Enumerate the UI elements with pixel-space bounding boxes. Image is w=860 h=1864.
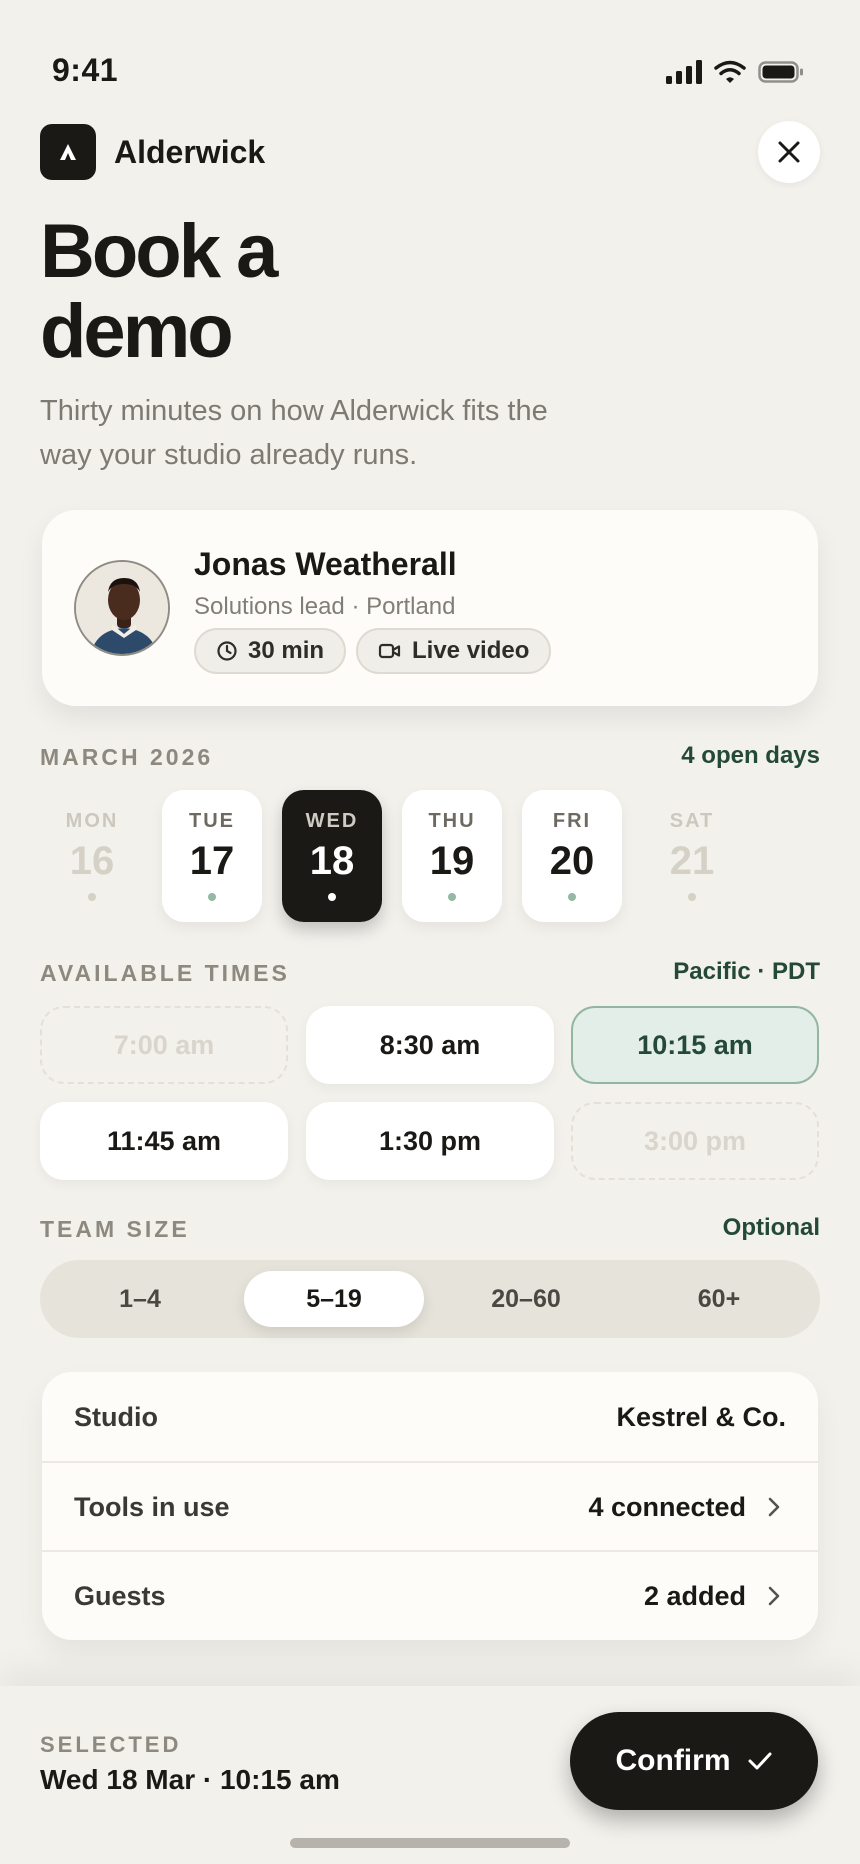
day-thu-19[interactable]: THU 19 (402, 790, 502, 922)
timezone-label: Pacific · PDT (673, 958, 820, 985)
availability-dot (208, 893, 216, 901)
availability-dot (328, 893, 336, 901)
chevron-right-icon (762, 1495, 786, 1519)
day-number: 16 (69, 839, 115, 883)
selected-label: SELECTED (40, 1732, 182, 1757)
brand-logo (40, 124, 96, 180)
logo-mark-icon (60, 144, 76, 160)
day-weekday: THU (428, 810, 476, 832)
time-slot-1015am[interactable]: 10:15 am (571, 1006, 819, 1084)
status-time: 9:41 (52, 52, 119, 88)
format-chip: Live video (356, 628, 552, 674)
team-size-option-20-60[interactable]: 20–60 (436, 1271, 616, 1327)
day-weekday: FRI (552, 810, 592, 832)
row-value: 4 connected (588, 1491, 746, 1522)
details-list: Studio Kestrel & Co. Tools in use 4 conn… (42, 1372, 818, 1640)
wifi-icon (714, 60, 746, 83)
checkmark-icon (748, 1752, 771, 1770)
availability-dot (568, 893, 576, 901)
month-label: MARCH 2026 (40, 744, 214, 770)
team-size-label: TEAM SIZE (40, 1216, 190, 1242)
day-weekday: MON (65, 810, 119, 832)
guests-row[interactable]: Guests 2 added (42, 1550, 818, 1640)
day-number: 17 (189, 839, 235, 883)
availability-dot (88, 893, 96, 901)
confirm-button[interactable]: Confirm (570, 1712, 818, 1810)
row-label: Studio (74, 1401, 158, 1432)
home-indicator[interactable] (290, 1838, 570, 1848)
time-slot-1145am[interactable]: 11:45 am (40, 1102, 288, 1180)
cellular-signal-icon (666, 60, 702, 84)
close-icon (778, 141, 800, 163)
day-number: 20 (549, 839, 595, 883)
day-fri-20[interactable]: FRI 20 (522, 790, 622, 922)
day-tue-17[interactable]: TUE 17 (162, 790, 262, 922)
day-wed-18[interactable]: WED 18 (282, 790, 382, 922)
tools-row[interactable]: Tools in use 4 connected (42, 1461, 818, 1551)
availability-dot (448, 893, 456, 901)
time-slot-700am: 7:00 am (40, 1006, 288, 1084)
page-subtitle: Thirty minutes on how Alderwick fits the… (40, 395, 548, 471)
row-value: Kestrel & Co. (616, 1401, 786, 1432)
page-title: Book a demo (40, 209, 278, 374)
row-label: Guests (74, 1580, 166, 1611)
available-times-label: AVAILABLE TIMES (40, 960, 290, 986)
chevron-right-icon (762, 1584, 786, 1608)
format-label: Live video (412, 637, 530, 664)
time-slot-300pm: 3:00 pm (571, 1102, 819, 1180)
duration-label: 30 min (248, 637, 325, 664)
host-card: Jonas Weatherall Solutions lead · Portla… (42, 510, 818, 706)
day-number: 21 (669, 839, 715, 883)
row-label: Tools in use (74, 1491, 230, 1522)
avatar (74, 560, 170, 656)
row-value: 2 added (643, 1580, 746, 1611)
open-days-count: 4 open days (681, 742, 820, 769)
close-button[interactable] (758, 121, 820, 183)
confirm-label: Confirm (615, 1744, 731, 1777)
selected-datetime: Wed 18 Mar · 10:15 am (40, 1764, 340, 1795)
time-slot-830am[interactable]: 8:30 am (306, 1006, 554, 1084)
team-size-option-1-4[interactable]: 1–4 (50, 1271, 230, 1327)
host-role: Solutions lead · Portland (194, 593, 456, 620)
person-avatar-icon (76, 562, 168, 654)
time-slot-130pm[interactable]: 1:30 pm (306, 1102, 554, 1180)
team-size-hint: Optional (722, 1214, 820, 1241)
day-sat-21: SAT 21 (642, 790, 742, 922)
host-name: Jonas Weatherall (194, 546, 457, 582)
status-icons (666, 60, 804, 84)
studio-row[interactable]: Studio Kestrel & Co. (42, 1372, 818, 1462)
day-weekday: WED (305, 810, 359, 832)
team-size-option-5-19[interactable]: 5–19 (244, 1271, 424, 1327)
day-mon-16: MON 16 (42, 790, 142, 922)
day-number: 19 (429, 839, 475, 883)
battery-icon (758, 61, 803, 83)
clock-icon (217, 641, 237, 661)
team-size-option-60-plus[interactable]: 60+ (629, 1271, 809, 1327)
day-number: 18 (309, 839, 355, 883)
duration-chip: 30 min (194, 628, 347, 674)
day-weekday: SAT (669, 810, 715, 832)
brand-name: Alderwick (114, 134, 266, 170)
team-size-segmented-control: 1–4 5–19 20–60 60+ (40, 1260, 820, 1338)
video-camera-icon (378, 643, 401, 659)
day-weekday: TUE (189, 810, 235, 832)
availability-dot (688, 893, 696, 901)
